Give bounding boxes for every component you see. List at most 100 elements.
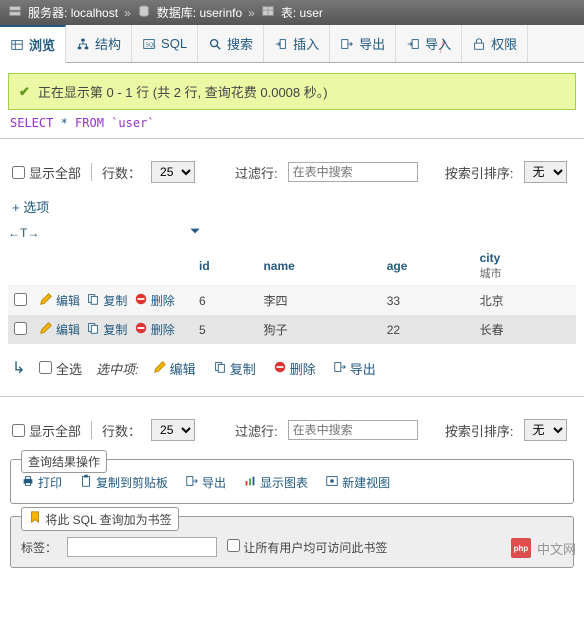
watermark: php 中文网	[511, 538, 576, 558]
op-copy-clipboard[interactable]: 复制到剪贴板	[79, 474, 168, 491]
row-edit[interactable]: 编辑	[39, 292, 80, 309]
divider	[0, 396, 584, 397]
sort-label: 按索引排序:	[445, 163, 514, 182]
delete-icon	[273, 360, 287, 377]
op-new-view[interactable]: 新建视图	[325, 474, 390, 491]
tab-structure[interactable]: 结构	[66, 25, 132, 62]
rows-label: 行数：	[102, 163, 141, 182]
breadcrumb-table[interactable]: 表: user	[281, 4, 323, 21]
select-all[interactable]: 全选	[39, 359, 82, 378]
tab-insert[interactable]: 插入	[264, 25, 330, 62]
export-icon	[333, 360, 347, 377]
bookmark-box: 将此 SQL 查询加为书签 标签： 让所有用户均可访问此书签	[10, 516, 574, 568]
chart-icon	[243, 474, 257, 491]
view-icon	[325, 474, 339, 491]
sort-select[interactable]: 无	[524, 419, 567, 441]
row-delete[interactable]: 删除	[134, 321, 175, 338]
cell-age: 22	[381, 315, 474, 344]
query-ops-title: 查询结果操作	[21, 450, 107, 473]
database-icon	[137, 4, 151, 21]
delete-icon	[134, 292, 148, 309]
col-city[interactable]: city 城市	[474, 247, 576, 286]
status-text: 正在显示第 0 - 1 行 (共 2 行, 查询花费 0.0008 秒。)	[38, 82, 328, 101]
sql-query-display: SELECT * FROM `user`	[10, 116, 574, 130]
query-ops-box: 查询结果操作 打印 复制到剪贴板 导出 显示图表 新建视图	[10, 459, 574, 504]
filter-input[interactable]	[288, 162, 418, 182]
table-row: 编辑 复制 删除 5 狗子 22 长春	[8, 315, 576, 344]
tab-import[interactable]: 导入	[396, 25, 462, 62]
row-checkbox[interactable]	[14, 293, 27, 306]
bulk-edit[interactable]: 编辑	[153, 359, 196, 378]
filter-bar-bottom: 显示全部 行数： 25 过滤行: 按索引排序: 无	[0, 413, 584, 447]
cell-city: 长春	[474, 315, 576, 344]
success-icon: ✔	[19, 84, 30, 100]
breadcrumb-sep: »	[124, 6, 131, 20]
export-icon	[185, 474, 199, 491]
breadcrumb-database[interactable]: 数据库: userinfo	[157, 4, 242, 21]
sort-indicator[interactable]: ←T→	[8, 226, 58, 240]
pencil-icon	[39, 321, 53, 338]
breadcrumb-server[interactable]: 服务器: localhost	[28, 4, 118, 21]
watermark-text: 中文网	[537, 539, 576, 558]
show-all-checkbox[interactable]	[12, 166, 25, 179]
divider	[0, 138, 584, 139]
row-edit[interactable]: 编辑	[39, 321, 80, 338]
filter-label: 过滤行:	[235, 163, 278, 182]
rows-select[interactable]: 25	[151, 419, 195, 441]
rows-label: 行数：	[102, 421, 141, 440]
bulk-copy[interactable]: 复制	[213, 359, 256, 378]
bookmark-label-label: 标签：	[21, 539, 57, 556]
bookmark-share[interactable]: 让所有用户均可访问此书签	[227, 539, 387, 556]
tab-privileges[interactable]: 权限	[462, 25, 528, 62]
tab-sql[interactable]: SQL SQL	[132, 25, 198, 62]
structure-icon	[76, 37, 90, 51]
filter-input[interactable]	[288, 420, 418, 440]
insert-icon	[274, 37, 288, 51]
tab-export[interactable]: 导出	[330, 25, 396, 62]
row-delete[interactable]: 删除	[134, 292, 175, 309]
show-all-checkbox[interactable]	[12, 424, 25, 437]
rows-select[interactable]: 25	[151, 161, 195, 183]
sort-select[interactable]: 无	[524, 161, 567, 183]
bookmark-icon	[28, 513, 42, 527]
options-link[interactable]: + 选项	[12, 197, 572, 216]
row-copy[interactable]: 复制	[86, 292, 127, 309]
server-icon	[8, 4, 22, 21]
bookmark-share-checkbox[interactable]	[227, 539, 240, 552]
tab-search[interactable]: 搜索	[198, 25, 264, 62]
result-table: id name age city 城市 编辑 复制 删除 6 李四 33 北京 …	[8, 247, 576, 344]
op-export[interactable]: 导出	[185, 474, 226, 491]
col-id[interactable]: id	[193, 247, 257, 286]
browse-icon	[10, 38, 24, 52]
bulk-delete[interactable]: 删除	[273, 359, 316, 378]
pencil-icon	[153, 360, 167, 377]
col-name[interactable]: name	[257, 247, 380, 286]
bulk-export[interactable]: 导出	[333, 359, 376, 378]
row-checkbox[interactable]	[14, 322, 27, 335]
sort-dropdown-icon[interactable]	[188, 224, 202, 241]
export-icon	[340, 37, 354, 51]
print-icon	[21, 474, 35, 491]
import-icon	[406, 37, 420, 51]
copy-icon	[86, 321, 100, 338]
table-icon	[261, 4, 275, 21]
select-all-checkbox[interactable]	[39, 361, 52, 374]
grid-header-controls: ←T→	[0, 224, 584, 243]
clipboard-icon	[79, 474, 93, 491]
php-logo-icon: php	[511, 538, 531, 558]
col-age[interactable]: age	[381, 247, 474, 286]
selected-label: 选中项:	[96, 359, 139, 378]
table-row: 编辑 复制 删除 6 李四 33 北京	[8, 286, 576, 316]
cell-city: 北京	[474, 286, 576, 316]
row-copy[interactable]: 复制	[86, 321, 127, 338]
sort-label: 按索引排序:	[445, 421, 514, 440]
tab-browse[interactable]: 浏览	[0, 25, 66, 63]
pencil-icon	[39, 292, 53, 309]
show-all-checkbox-wrap[interactable]: 显示全部	[12, 163, 81, 182]
op-chart[interactable]: 显示图表	[243, 474, 308, 491]
bookmark-label-input[interactable]	[67, 537, 217, 557]
delete-icon	[134, 321, 148, 338]
show-all-checkbox-wrap[interactable]: 显示全部	[12, 421, 81, 440]
op-print[interactable]: 打印	[21, 474, 62, 491]
breadcrumb: 服务器: localhost » 数据库: userinfo » 表: user	[0, 0, 584, 25]
